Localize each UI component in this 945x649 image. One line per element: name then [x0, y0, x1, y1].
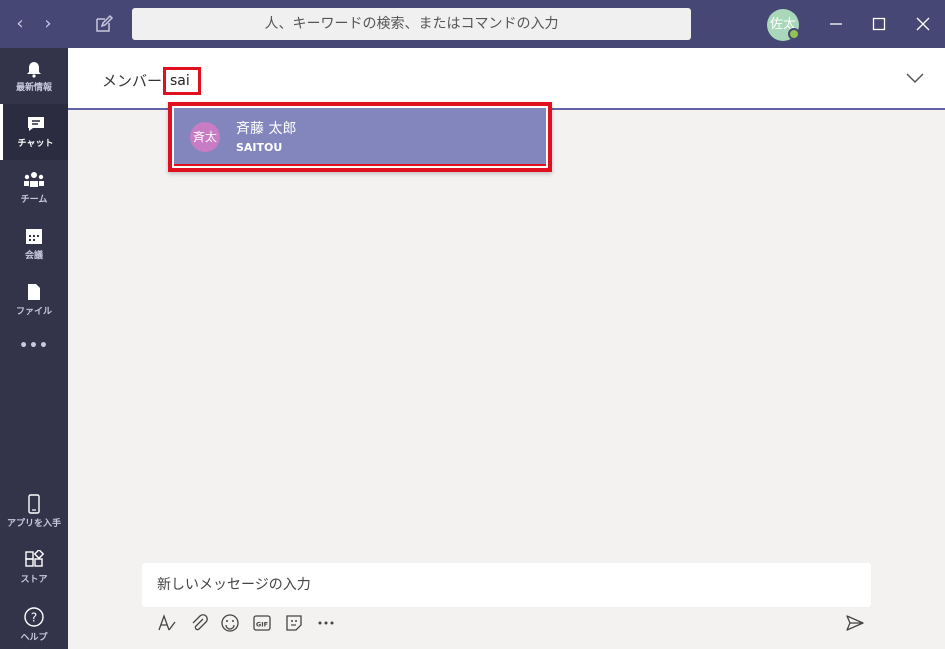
svg-text:GIF: GIF	[256, 621, 268, 629]
minimize-button[interactable]	[824, 12, 848, 36]
rail-label: ファイル	[15, 307, 52, 317]
suggestion-item[interactable]: 斉太 斉藤 太郎 SAITOU	[174, 108, 546, 164]
more-icon	[318, 621, 334, 625]
svg-text:?: ?	[31, 611, 37, 625]
format-button[interactable]	[157, 613, 177, 633]
new-chat-header: メンバー: sai	[68, 48, 945, 110]
rail-label: ストア	[20, 575, 48, 585]
minimize-icon	[830, 23, 842, 25]
app-rail: 最新情報 チャット チーム 会議 ファイル ••• アプリを入手 ストア ? ヘ…	[0, 48, 68, 649]
rail-label: チャット	[17, 139, 54, 149]
sticker-button[interactable]	[284, 613, 304, 633]
expand-button[interactable]	[906, 70, 924, 89]
avatar: 斉太	[190, 122, 220, 152]
rail-label: チーム	[20, 195, 48, 205]
rail-label: 会議	[24, 251, 43, 261]
title-bar: ‹ › 人、キーワードの検索、またはコマンドの入力 佐太	[0, 0, 945, 48]
chevron-down-icon	[906, 73, 924, 84]
suggestion-name: 斉藤 太郎	[236, 121, 297, 137]
send-button[interactable]	[845, 613, 865, 633]
chat-icon	[27, 117, 44, 131]
emoji-button[interactable]	[220, 613, 240, 633]
member-label: メンバー:	[102, 72, 168, 90]
rail-item-files[interactable]: ファイル	[0, 272, 68, 328]
rail-label: アプリを入手	[6, 519, 61, 529]
rail-item-get-app[interactable]: アプリを入手	[0, 484, 68, 540]
rail-label: ヘルプ	[20, 633, 48, 643]
rail-item-store[interactable]: ストア	[0, 540, 68, 596]
send-icon	[846, 615, 864, 631]
rail-item-teams[interactable]: チーム	[0, 160, 68, 216]
member-input[interactable]: sai	[163, 67, 201, 95]
maximize-button[interactable]	[867, 12, 891, 36]
bell-icon	[27, 62, 41, 78]
teams-icon	[24, 172, 44, 187]
maximize-icon	[872, 17, 886, 31]
compose-icon	[96, 14, 114, 32]
attach-button[interactable]	[189, 613, 209, 633]
gif-button[interactable]: GIF	[252, 613, 272, 633]
file-icon	[28, 284, 40, 300]
search-input[interactable]: 人、キーワードの検索、またはコマンドの入力	[132, 8, 691, 40]
member-suggestion-dropdown: 斉太 斉藤 太郎 SAITOU	[168, 102, 552, 172]
sticker-icon	[286, 615, 302, 631]
back-button[interactable]: ‹	[10, 14, 30, 34]
paperclip-icon	[192, 614, 208, 631]
rail-item-chat[interactable]: チャット	[0, 104, 68, 160]
new-chat-button[interactable]	[94, 14, 114, 34]
rail-item-more[interactable]: •••	[0, 338, 68, 372]
suggestion-underline	[174, 164, 546, 166]
status-available-icon	[788, 28, 800, 40]
rail-label: 最新情報	[15, 83, 52, 93]
rail-item-activity[interactable]: 最新情報	[0, 48, 68, 104]
store-icon	[25, 550, 44, 567]
more-options-button[interactable]	[316, 613, 336, 633]
calendar-icon	[26, 229, 42, 244]
rail-item-help[interactable]: ? ヘルプ	[0, 596, 68, 649]
suggestion-id: SAITOU	[236, 141, 283, 154]
close-icon	[916, 17, 930, 31]
more-icon: •••	[19, 338, 49, 354]
gif-icon: GIF	[253, 615, 271, 631]
help-icon: ?	[24, 607, 44, 627]
close-button[interactable]	[911, 12, 935, 36]
forward-button[interactable]: ›	[38, 14, 58, 34]
message-input[interactable]: 新しいメッセージの入力	[142, 563, 871, 607]
emoji-icon	[221, 614, 239, 632]
format-icon	[158, 614, 176, 631]
phone-icon	[28, 494, 40, 514]
rail-item-meetings[interactable]: 会議	[0, 216, 68, 272]
